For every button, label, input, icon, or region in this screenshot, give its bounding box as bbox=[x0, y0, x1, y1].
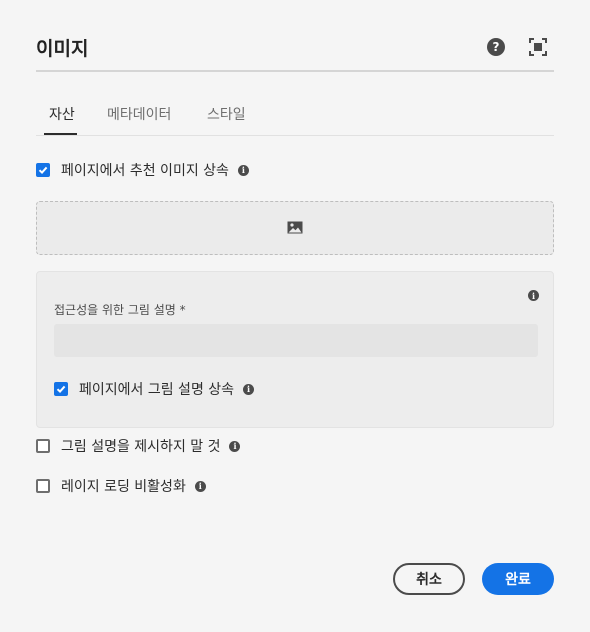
info-icon[interactable]: i bbox=[243, 383, 255, 395]
dialog-title: 이미지 bbox=[36, 38, 89, 60]
disable-lazy-loading-label: 레이지 로딩 비활성화 bbox=[61, 479, 186, 495]
info-icon[interactable]: i bbox=[528, 290, 539, 301]
inherit-featured-image-checkbox[interactable] bbox=[36, 163, 50, 177]
alt-text-input[interactable] bbox=[54, 324, 538, 357]
image-icon bbox=[287, 219, 303, 238]
info-icon[interactable]: i bbox=[194, 480, 206, 492]
disable-lazy-loading-checkbox[interactable] bbox=[36, 479, 50, 493]
image-dialog: 이미지 ? 자산 메타데이터 스타일 페이지에서 추천 이미지 상속 i 접근성… bbox=[0, 0, 590, 632]
info-icon[interactable]: i bbox=[237, 164, 249, 176]
done-button[interactable]: 완료 bbox=[482, 563, 554, 595]
no-alt-text-label: 그림 설명을 제시하지 말 것 bbox=[61, 439, 221, 455]
tab-asset[interactable]: 자산 bbox=[49, 104, 75, 124]
inherit-featured-image-label: 페이지에서 추천 이미지 상속 bbox=[61, 163, 229, 179]
inherit-alt-text-option[interactable]: 페이지에서 그림 설명 상속 i bbox=[54, 379, 255, 399]
inherit-featured-image-option[interactable]: 페이지에서 추천 이미지 상속 i bbox=[36, 160, 249, 180]
dialog-header: 이미지 ? bbox=[36, 30, 554, 72]
disable-lazy-loading-option[interactable]: 레이지 로딩 비활성화 i bbox=[36, 476, 206, 496]
tab-metadata[interactable]: 메타데이터 bbox=[107, 104, 171, 124]
tab-list: 자산 메타데이터 스타일 bbox=[36, 98, 554, 136]
active-tab-indicator bbox=[44, 133, 77, 135]
alt-text-label: 접근성을 위한 그림 설명 * bbox=[54, 303, 186, 317]
tab-style[interactable]: 스타일 bbox=[207, 104, 246, 124]
fullscreen-icon[interactable] bbox=[529, 38, 547, 56]
inherit-alt-text-checkbox[interactable] bbox=[54, 382, 68, 396]
info-icon[interactable]: i bbox=[229, 440, 241, 452]
help-icon[interactable]: ? bbox=[487, 38, 505, 56]
no-alt-text-option[interactable]: 그림 설명을 제시하지 말 것 i bbox=[36, 436, 241, 456]
cancel-button[interactable]: 취소 bbox=[393, 563, 465, 595]
image-dropzone[interactable] bbox=[36, 201, 554, 255]
no-alt-text-checkbox[interactable] bbox=[36, 439, 50, 453]
alt-text-panel: 접근성을 위한 그림 설명 * i 페이지에서 그림 설명 상속 i bbox=[36, 271, 554, 428]
inherit-alt-text-label: 페이지에서 그림 설명 상속 bbox=[79, 382, 235, 398]
